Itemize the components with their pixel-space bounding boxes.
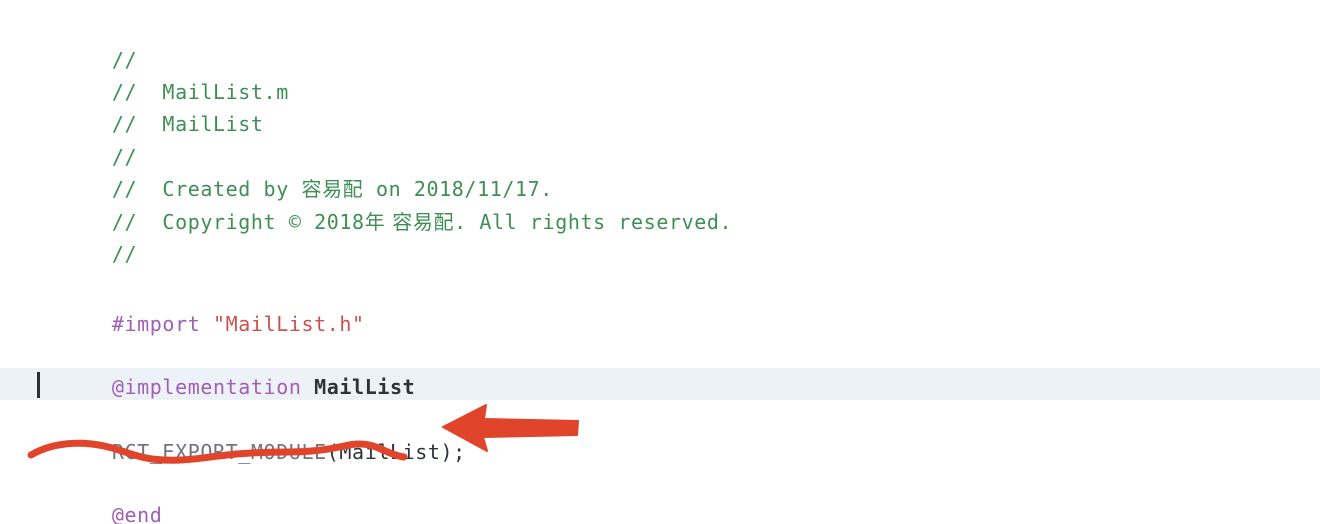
import-directive: #import: [111, 312, 213, 336]
code-line-export-module[interactable]: RCT_EXPORT_MODULE(MailList);: [36, 404, 466, 464]
implementation-class-name: MailList: [314, 375, 416, 399]
comment-text: //: [111, 242, 138, 266]
code-line-end[interactable]: @end: [36, 467, 162, 524]
code-editor-screenshot: // // MailList.m // MailList // // Creat…: [0, 0, 1320, 524]
export-module-macro: RCT_EXPORT_MODULE: [111, 440, 327, 464]
implementation-keyword: @implementation: [111, 375, 315, 399]
copyright-text: // Copyright © 2018: [111, 210, 365, 234]
code-line-6-copyright[interactable]: // Copyright © 2018年 容易配. All rights res…: [36, 174, 732, 234]
code-line-implementation[interactable]: @implementation MailList: [36, 339, 415, 399]
source-code-editor[interactable]: // // MailList.m // MailList // // Creat…: [0, 0, 1320, 524]
code-line-4[interactable]: //: [36, 109, 137, 169]
code-line-7[interactable]: //: [36, 206, 137, 266]
code-line-3[interactable]: // MailList: [36, 76, 264, 136]
import-header-string: "MailList.h": [213, 312, 365, 336]
code-line-import[interactable]: #import "MailList.h": [36, 276, 365, 336]
year-suffix: 年: [364, 210, 386, 234]
code-line-1[interactable]: //: [36, 12, 137, 72]
rights-text: . All rights reserved.: [454, 210, 733, 234]
author-name: 容易配: [385, 210, 455, 234]
code-line-5-created-by[interactable]: // Created by 容易配 on 2018/11/17.: [36, 141, 553, 201]
end-keyword: @end: [111, 503, 163, 524]
code-line-2[interactable]: // MailList.m: [36, 44, 289, 104]
export-module-arguments: (MailList);: [326, 440, 466, 464]
